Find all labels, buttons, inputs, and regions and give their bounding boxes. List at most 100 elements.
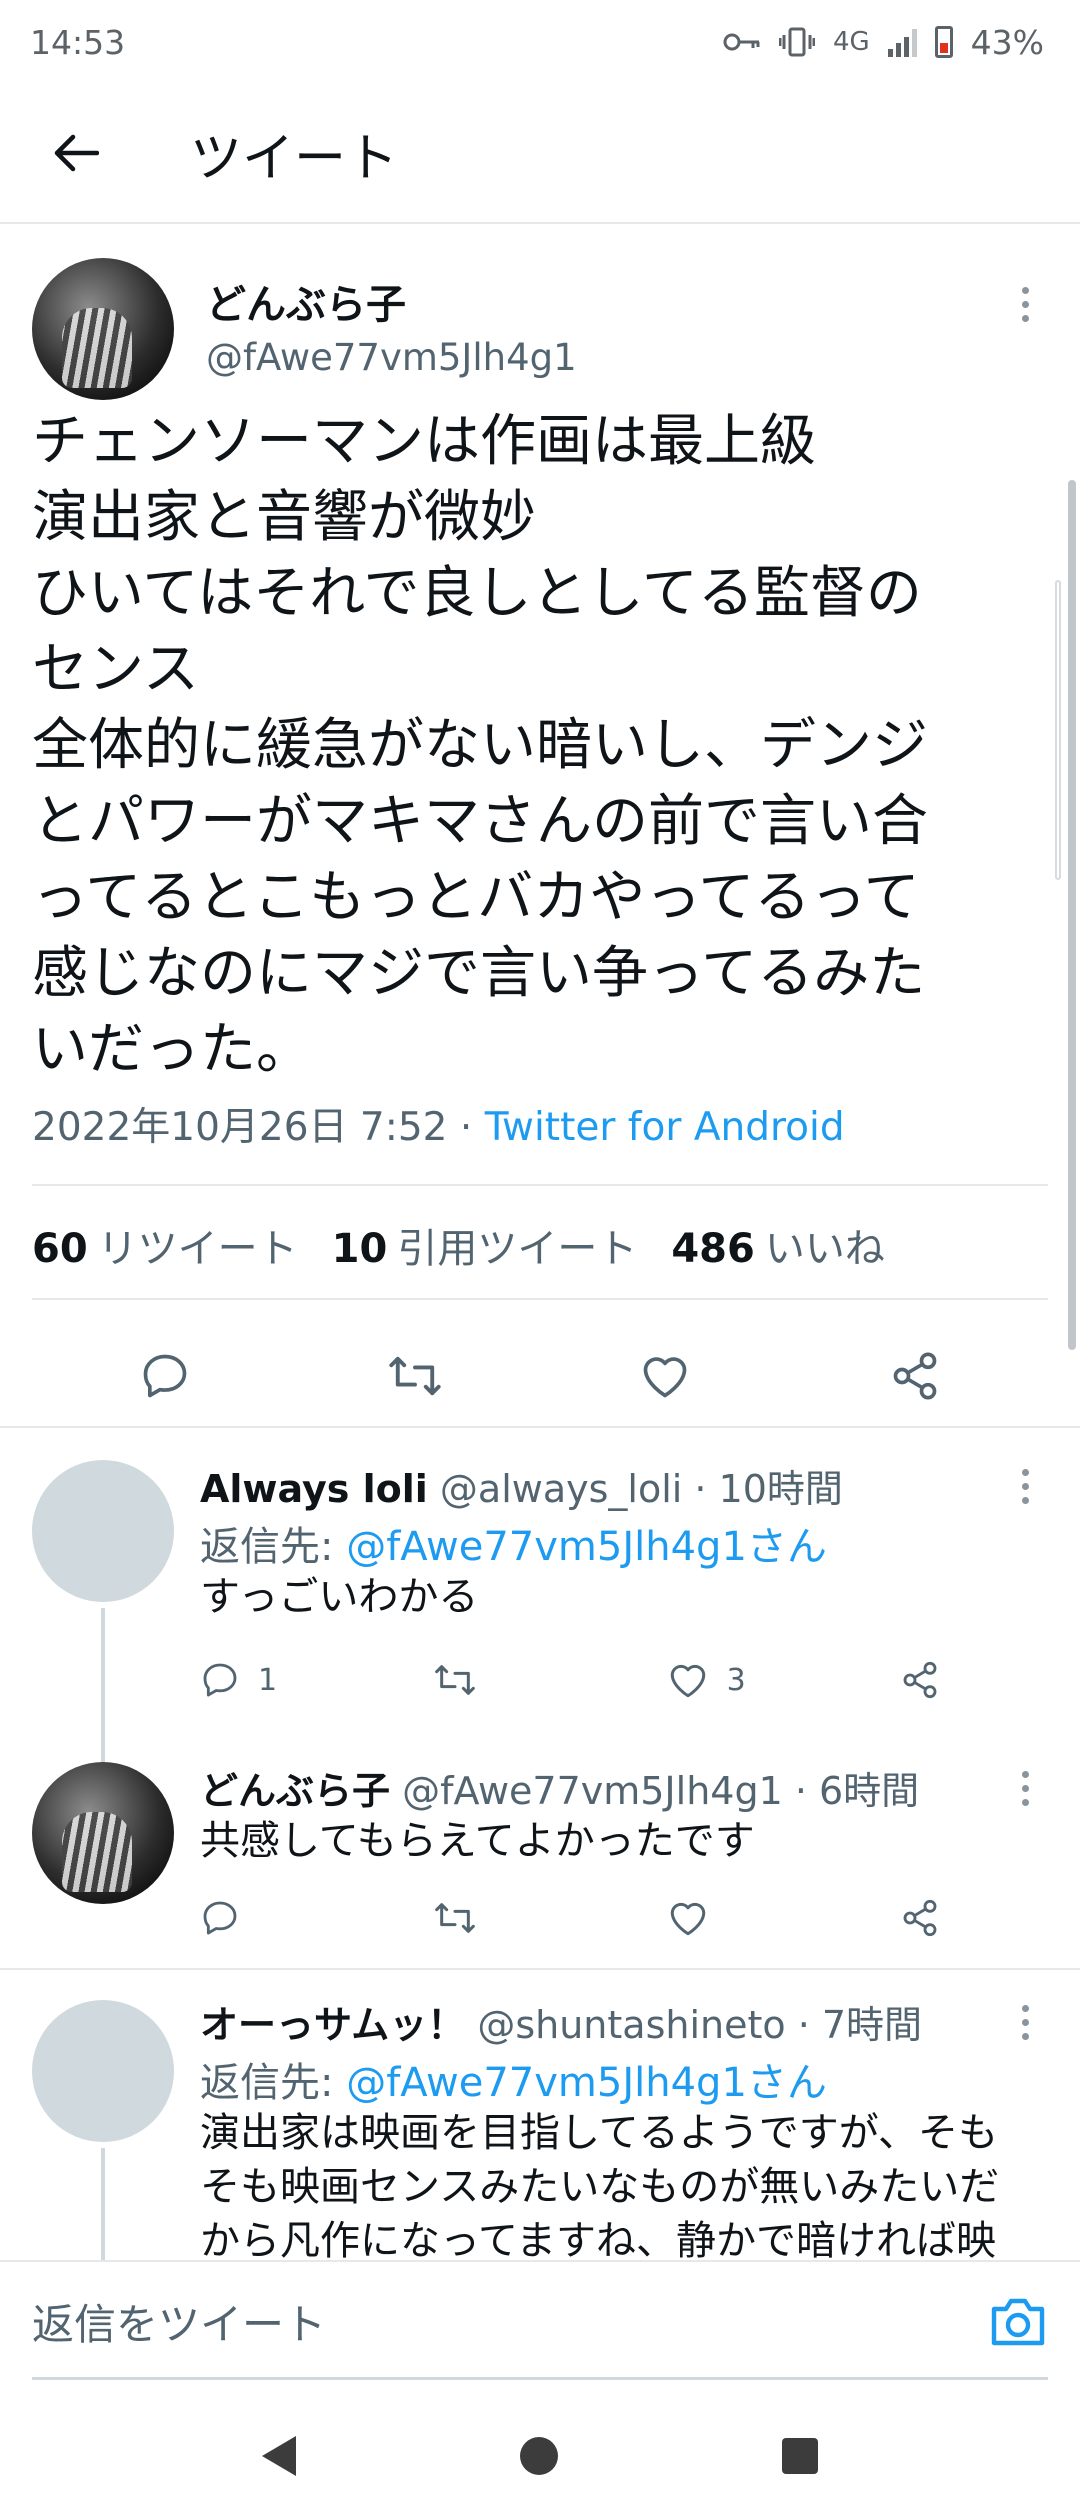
scrollbar[interactable]: [1068, 480, 1076, 1350]
back-arrow-icon: [54, 134, 99, 172]
battery-percent: 43%: [970, 22, 1044, 62]
reply-to: 返信先: @fAwe77vm5Jlh4g1さん: [200, 1524, 827, 1570]
divider: [0, 1968, 1080, 1970]
kebab-menu-icon[interactable]: [1010, 1992, 1040, 2052]
reply-line: 共感してもらえてよかったです: [200, 1818, 755, 1864]
divider: [32, 1298, 1048, 1300]
key-icon: [723, 33, 760, 51]
share-button[interactable]: [900, 1898, 940, 1938]
like-button[interactable]: [667, 1898, 767, 1938]
reply-header: どんぶら子 @fAwe77vm5Jlh4g1 · 6時間: [200, 1760, 919, 1815]
share-icon: [903, 1661, 937, 1699]
retweet-button[interactable]: [433, 1660, 533, 1700]
system-nav-bar: [0, 2392, 1080, 2520]
reply-author-name[interactable]: オーっサムッ！: [200, 2003, 465, 2047]
tweet-stats: 60 リツイート 10 引用ツイート 486 いいね: [32, 1216, 885, 1274]
retweet-icon[interactable]: [385, 1346, 445, 1406]
author-name[interactable]: どんぶら子: [206, 272, 406, 330]
reply-author-handle[interactable]: @always_loli: [440, 1467, 682, 1511]
top-app-bar: ツイート: [0, 84, 1080, 224]
divider: [0, 1426, 1080, 1428]
retweet-icon: [435, 1665, 476, 1695]
reply-line: そも映画センスみたいなものが無いみたいだ: [200, 2164, 1000, 2210]
reply-button[interactable]: [200, 1898, 300, 1938]
avatar[interactable]: [32, 1460, 174, 1602]
tweet-line: いだった。: [32, 1017, 312, 1082]
reply-input[interactable]: 返信をツイート: [32, 2291, 326, 2352]
reply-text: すっごいわかる: [200, 1570, 1050, 1624]
tweet-actions: [0, 1306, 1080, 1446]
reply-button[interactable]: 1: [200, 1660, 300, 1700]
share-button[interactable]: [900, 1660, 940, 1700]
reply-to-link[interactable]: @fAwe77vm5Jlh4g1さん: [346, 1524, 827, 1570]
reply-text: 演出家は映画を目指してるようですが、そも そも映画センスみたいなものが無いみたい…: [200, 2106, 1050, 2268]
status-icons: 4G 43%: [723, 23, 1044, 62]
tweet-line: 感じなのにマジで言い争ってるみた: [32, 941, 926, 1006]
reply-count: 1: [258, 1662, 278, 1698]
reply-icon[interactable]: [135, 1346, 195, 1406]
reply-author-name[interactable]: Always loli: [200, 1467, 428, 1511]
reply-to-link[interactable]: @fAwe77vm5Jlh4g1さん: [346, 2060, 827, 2106]
kebab-menu-icon[interactable]: [1010, 1758, 1040, 1818]
like-icon: [670, 1902, 705, 1936]
reply-header: Always loli @always_loli · 10時間: [200, 1458, 843, 1513]
quotes-stat[interactable]: 10 引用ツイート: [332, 1216, 638, 1274]
network-type: 4G: [832, 27, 870, 57]
reply-time: · 6時間: [782, 1769, 920, 1813]
input-underline: [32, 2377, 1048, 2380]
reply-header: オーっサムッ！ @shuntashineto · 7時間: [200, 1994, 922, 2049]
reply-line: すっごいわかる: [200, 1574, 479, 1620]
page-title: ツイート: [190, 128, 399, 189]
author-handle[interactable]: @fAwe77vm5Jlh4g1: [206, 336, 577, 379]
retweet-icon: [435, 1903, 476, 1933]
like-icon[interactable]: [635, 1346, 695, 1406]
kebab-menu-icon[interactable]: [1010, 274, 1040, 334]
tweet-meta: 2022年10月26日 7:52 · Twitter for Android: [32, 1096, 845, 1152]
reply-author-name[interactable]: どんぶら子: [200, 1769, 390, 1813]
thread-line: [101, 2148, 105, 2268]
reply-line: 演出家は映画を目指してるようですが、そも: [200, 2110, 998, 2156]
avatar[interactable]: [32, 258, 174, 400]
reply-actions: [200, 1888, 940, 1948]
avatar[interactable]: [32, 1762, 174, 1904]
reply-author-handle[interactable]: @fAwe77vm5Jlh4g1: [402, 1769, 783, 1813]
back-button[interactable]: [0, 83, 150, 223]
tweet-timestamp: 2022年10月26日 7:52: [32, 1105, 448, 1150]
meta-separator: ·: [447, 1105, 485, 1150]
share-icon: [903, 1899, 937, 1937]
like-icon: [670, 1664, 705, 1698]
reply-icon: [203, 1663, 237, 1697]
signal-icon: [887, 27, 917, 57]
kebab-menu-icon[interactable]: [1010, 1456, 1040, 1516]
avatar[interactable]: [32, 2000, 174, 2142]
nav-home-icon[interactable]: [520, 2437, 558, 2475]
share-icon[interactable]: [885, 1346, 945, 1406]
like-button[interactable]: 3: [667, 1660, 767, 1700]
reply-to: 返信先: @fAwe77vm5Jlh4g1さん: [200, 2060, 827, 2106]
like-count: 3: [726, 1662, 746, 1698]
tweet-source-link[interactable]: Twitter for Android: [485, 1105, 845, 1150]
reply-actions: 1 3: [200, 1650, 940, 1710]
tweet-line: ってるとこもっとバカやってるって: [32, 865, 920, 930]
vibrate-icon: [778, 27, 815, 57]
status-time: 14:53: [30, 22, 126, 62]
tweet-text: チェンソーマンは作画は最上級 演出家と音響が微妙 ひいてはそれで良しとしてる監督…: [32, 404, 1052, 1088]
tweet-line: 全体的に緩急がない暗いし、デンジ: [32, 713, 928, 778]
reply-time: · 7時間: [785, 2003, 923, 2047]
reply-author-handle[interactable]: @shuntashineto: [477, 2003, 785, 2047]
tweet-line: 演出家と音響が微妙: [32, 485, 536, 550]
reply-text: 共感してもらえてよかったです: [200, 1814, 1050, 1868]
camera-icon[interactable]: [988, 2295, 1048, 2347]
retweet-button[interactable]: [433, 1898, 533, 1938]
tweet-line: ひいてはそれで良しとしてる監督の: [32, 561, 922, 626]
reply-compose-bar: 返信をツイート: [0, 2260, 1080, 2380]
likes-stat[interactable]: 486 いいね: [671, 1216, 885, 1274]
battery-icon: [934, 26, 953, 58]
nav-back-icon[interactable]: [262, 2436, 296, 2476]
retweets-stat[interactable]: 60 リツイート: [32, 1216, 298, 1274]
status-bar: 14:53 4G 43%: [0, 0, 1080, 84]
nav-recent-icon[interactable]: [782, 2438, 818, 2474]
tweet-line: とパワーがマキマさんの前で言い合: [32, 789, 928, 854]
reply-time: · 10時間: [682, 1467, 843, 1511]
divider: [32, 1184, 1048, 1186]
